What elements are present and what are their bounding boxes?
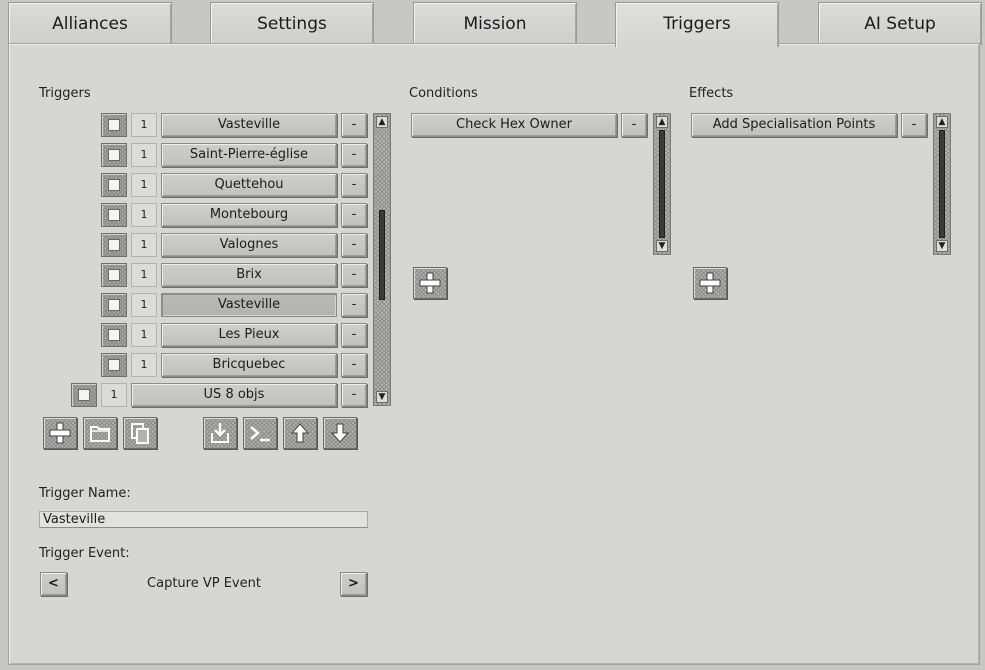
effects-heading: Effects (689, 86, 734, 101)
add-condition-button[interactable] (413, 267, 447, 299)
trigger-name-label: Trigger Name: (39, 486, 131, 501)
arrow-up-icon (290, 423, 310, 443)
trigger-checkbox[interactable] (101, 173, 127, 197)
trigger-event-value: Capture VP Event (147, 576, 261, 591)
arrow-down-icon (330, 423, 350, 443)
condition-remove-button[interactable]: - (621, 113, 647, 137)
trigger-remove-button[interactable]: - (341, 173, 367, 197)
scroll-thumb[interactable] (939, 130, 945, 238)
tab-alliances[interactable]: Alliances (8, 2, 172, 45)
triggers-heading: Triggers (39, 86, 91, 101)
trigger-count: 1 (131, 293, 157, 317)
effect-item-button[interactable]: Add Specialisation Points (691, 113, 897, 137)
move-down-button[interactable] (323, 417, 357, 449)
trigger-count: 1 (131, 203, 157, 227)
add-effect-button[interactable] (693, 267, 727, 299)
trigger-remove-button[interactable]: - (341, 353, 367, 377)
trigger-item-button[interactable]: Valognes (161, 233, 337, 257)
trigger-checkbox[interactable] (101, 113, 127, 137)
scroll-down-arrow-icon[interactable]: ▼ (656, 240, 668, 252)
trigger-count: 1 (131, 233, 157, 257)
tab-mission[interactable]: Mission (413, 2, 577, 45)
trigger-item-button-selected[interactable]: Vasteville (161, 293, 337, 317)
trigger-remove-button[interactable]: - (341, 263, 367, 287)
trigger-name-field[interactable]: Vasteville (39, 511, 368, 528)
scroll-down-arrow-icon[interactable]: ▼ (376, 391, 388, 403)
trigger-item-button[interactable]: Bricquebec (161, 353, 337, 377)
trigger-item-button[interactable]: Vasteville (161, 113, 337, 137)
trigger-item-button[interactable]: Montebourg (161, 203, 337, 227)
trigger-checkbox[interactable] (101, 353, 127, 377)
trigger-count: 1 (131, 323, 157, 347)
import-icon (211, 423, 229, 443)
trigger-item-button[interactable]: US 8 objs (131, 383, 337, 407)
trigger-count: 1 (131, 263, 157, 287)
trigger-remove-button[interactable]: - (341, 323, 367, 347)
trigger-checkbox[interactable] (101, 143, 127, 167)
copy-icon (131, 423, 149, 444)
plus-icon (49, 422, 71, 444)
effect-remove-button[interactable]: - (901, 113, 927, 137)
trigger-remove-button[interactable]: - (341, 293, 367, 317)
trigger-item-button[interactable]: Les Pieux (161, 323, 337, 347)
condition-list-scrollbar[interactable]: ▲ ▼ (653, 113, 671, 255)
trigger-count: 1 (131, 113, 157, 137)
console-button[interactable] (243, 417, 277, 449)
plus-icon (419, 272, 441, 294)
folder-icon (90, 426, 110, 442)
trigger-list-scrollbar[interactable]: ▲ ▼ (373, 113, 391, 406)
scroll-thumb[interactable] (659, 130, 665, 238)
trigger-count: 1 (131, 143, 157, 167)
trigger-checkbox[interactable] (101, 323, 127, 347)
trigger-count: 1 (131, 173, 157, 197)
trigger-item-button[interactable]: Saint-Pierre-église (161, 143, 337, 167)
tab-settings[interactable]: Settings (210, 2, 374, 45)
scroll-up-arrow-icon[interactable]: ▲ (936, 116, 948, 128)
conditions-heading: Conditions (409, 86, 478, 101)
tab-ai-setup[interactable]: AI Setup (818, 2, 982, 45)
condition-item-button[interactable]: Check Hex Owner (411, 113, 617, 137)
add-trigger-button[interactable] (43, 417, 77, 449)
scroll-up-arrow-icon[interactable]: ▲ (656, 116, 668, 128)
tab-triggers[interactable]: Triggers (615, 2, 779, 47)
trigger-checkbox[interactable] (101, 293, 127, 317)
trigger-checkbox[interactable] (101, 203, 127, 227)
console-icon (250, 426, 270, 442)
trigger-remove-button[interactable]: - (341, 113, 367, 137)
trigger-item-button[interactable]: Quettehou (161, 173, 337, 197)
trigger-remove-button[interactable]: - (341, 143, 367, 167)
trigger-checkbox[interactable] (71, 383, 97, 407)
copy-trigger-button[interactable] (123, 417, 157, 449)
trigger-event-prev-button[interactable]: < (40, 572, 67, 596)
move-up-button[interactable] (283, 417, 317, 449)
trigger-remove-button[interactable]: - (341, 383, 367, 407)
plus-icon (699, 272, 721, 294)
trigger-checkbox[interactable] (101, 263, 127, 287)
trigger-remove-button[interactable]: - (341, 203, 367, 227)
trigger-checkbox[interactable] (101, 233, 127, 257)
trigger-count: 1 (101, 383, 127, 407)
effect-list-scrollbar[interactable]: ▲ ▼ (933, 113, 951, 255)
trigger-event-next-button[interactable]: > (340, 572, 367, 596)
scroll-up-arrow-icon[interactable]: ▲ (376, 116, 388, 128)
trigger-event-label: Trigger Event: (39, 546, 130, 561)
import-button[interactable] (203, 417, 237, 449)
trigger-remove-button[interactable]: - (341, 233, 367, 257)
folder-button[interactable] (83, 417, 117, 449)
trigger-item-button[interactable]: Brix (161, 263, 337, 287)
scroll-down-arrow-icon[interactable]: ▼ (936, 240, 948, 252)
scroll-thumb[interactable] (379, 210, 385, 300)
trigger-count: 1 (131, 353, 157, 377)
